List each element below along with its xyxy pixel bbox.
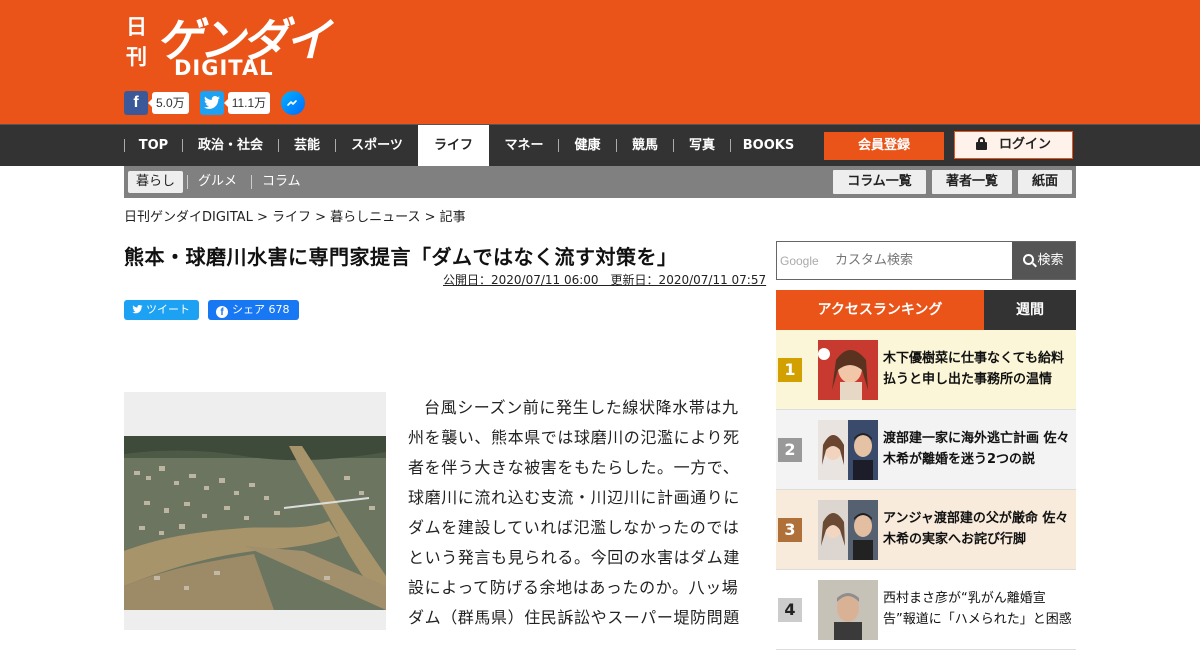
site-search: Google 検索 — [776, 241, 1076, 280]
ranking-thumbnail — [818, 420, 878, 480]
article-dates: 公開日：2020/07/11 06:00 更新日：2020/07/11 07:5… — [443, 273, 767, 287]
ranking-item[interactable]: 2 渡部建一家に海外逃亡計画 佐々木希が離婚を迷う2つの説 — [776, 410, 1076, 490]
search-icon — [1023, 254, 1035, 265]
ranking-thumbnail — [818, 580, 878, 640]
logo-nikkan: 日刊 — [126, 14, 147, 69]
twitter-icon — [132, 305, 143, 314]
ranking-item[interactable]: 1 木下優樹菜に仕事なくても給料払うと申し出た事務所の温情 — [776, 330, 1076, 410]
search-input[interactable] — [777, 242, 1013, 279]
main-nav: TOP 政治・社会 芸能 スポーツ ライフ マネー 健康 競馬 写真 BOOKS… — [0, 124, 1200, 166]
subnav-item-column[interactable]: コラム — [262, 171, 301, 193]
messenger-icon[interactable] — [281, 91, 306, 115]
article-photo — [124, 392, 386, 630]
facebook-icon: f — [216, 306, 228, 318]
tweet-button[interactable]: ツイート — [124, 300, 199, 320]
nav-item-sports[interactable]: スポーツ — [336, 125, 418, 166]
login-label: ログイン — [998, 137, 1051, 152]
article-title: 熊本・球磨川水害に専門家提言「ダムではなく流す対策を」 — [124, 245, 678, 269]
logo-digital: DIGITAL — [174, 56, 274, 80]
facebook-count: 5.0万 — [148, 92, 189, 114]
nav-item-entertainment[interactable]: 芸能 — [279, 125, 335, 166]
tab-access-ranking[interactable]: アクセスランキング — [776, 290, 984, 330]
lock-icon — [975, 137, 987, 150]
search-button-label: 検索 — [1037, 253, 1064, 268]
ranking-tabs: アクセスランキング 週間 — [776, 290, 1076, 330]
rank-badge: 1 — [778, 358, 802, 382]
subnav-item-kurashi[interactable]: 暮らし — [128, 171, 184, 193]
nav-item-politics[interactable]: 政治・社会 — [183, 125, 278, 166]
tweet-label: ツイート — [146, 303, 190, 316]
nav-item-money[interactable]: マネー — [490, 125, 558, 166]
twitter-count: 11.1万 — [223, 92, 271, 114]
nav-item-photo[interactable]: 写真 — [674, 125, 730, 166]
column-list-button[interactable]: コラム一覧 — [833, 170, 926, 194]
nav-item-books[interactable]: BOOKS — [731, 125, 806, 166]
nav-item-health[interactable]: 健康 — [559, 125, 616, 166]
tab-weekly[interactable]: 週間 — [984, 290, 1076, 330]
login-button[interactable]: ログイン — [954, 131, 1073, 159]
subnav-divider — [187, 175, 188, 189]
author-list-button[interactable]: 著者一覧 — [932, 170, 1012, 194]
ranking-thumbnail — [818, 500, 878, 560]
rank-badge: 2 — [778, 438, 802, 462]
nav-item-life[interactable]: ライフ — [418, 125, 489, 166]
rank-badge: 3 — [778, 518, 802, 542]
flood-aerial-image — [124, 436, 386, 610]
twitter-icon[interactable] — [199, 91, 224, 115]
ranking-title: 渡部建一家に海外逃亡計画 佐々木希が離婚を迷う2つの説 — [883, 431, 1070, 467]
register-button[interactable]: 会員登録 — [824, 132, 944, 160]
ranking-item[interactable]: 3 アンジャ渡部建の父が厳命 佐々木希の実家へお詫び行脚 — [776, 490, 1076, 570]
paper-button[interactable]: 紙面 — [1018, 170, 1072, 194]
subnav-item-gourmet[interactable]: グルメ — [198, 171, 237, 193]
sub-nav: 暮らし グルメ コラム コラム一覧 著者一覧 紙面 — [124, 166, 1076, 198]
facebook-share-button[interactable]: f シェア 678 — [208, 300, 299, 320]
site-logo[interactable]: 日刊 ゲンダイ DIGITAL — [126, 10, 331, 86]
subnav-divider — [251, 175, 252, 189]
article-body: 台風シーズン前に発生した線状降水帯は九州を襲い、熊本県では球磨川の氾濫により死者… — [408, 398, 741, 627]
social-counters: f 5.0万 11.1万 — [124, 91, 306, 115]
breadcrumb[interactable]: 日刊ゲンダイDIGITAL > ライフ > 暮らしニュース > 記事 — [124, 206, 466, 225]
nav-item-top[interactable]: TOP — [125, 125, 182, 166]
ranking-title: アンジャ渡部建の父が厳命 佐々木希の実家へお詫び行脚 — [883, 511, 1069, 547]
ranking-title: 木下優樹菜に仕事なくても給料払うと申し出た事務所の温情 — [883, 351, 1064, 387]
search-button[interactable]: 検索 — [1012, 242, 1075, 279]
site-header: 日刊 ゲンダイ DIGITAL f 5.0万 11.1万 — [0, 0, 1200, 124]
ranking-item[interactable]: 4 西村まさ彦が“乳がん離婚宣告”報道に「ハメられた」と困惑 — [776, 570, 1076, 650]
facebook-icon[interactable]: f — [124, 91, 148, 115]
ranking-thumbnail — [818, 340, 878, 400]
ranking-title: 西村まさ彦が“乳がん離婚宣告”報道に「ハメられた」と困惑 — [883, 591, 1072, 627]
facebook-share-label: シェア 678 — [232, 303, 290, 316]
nav-item-keiba[interactable]: 競馬 — [617, 125, 673, 166]
rank-badge: 4 — [778, 598, 802, 622]
